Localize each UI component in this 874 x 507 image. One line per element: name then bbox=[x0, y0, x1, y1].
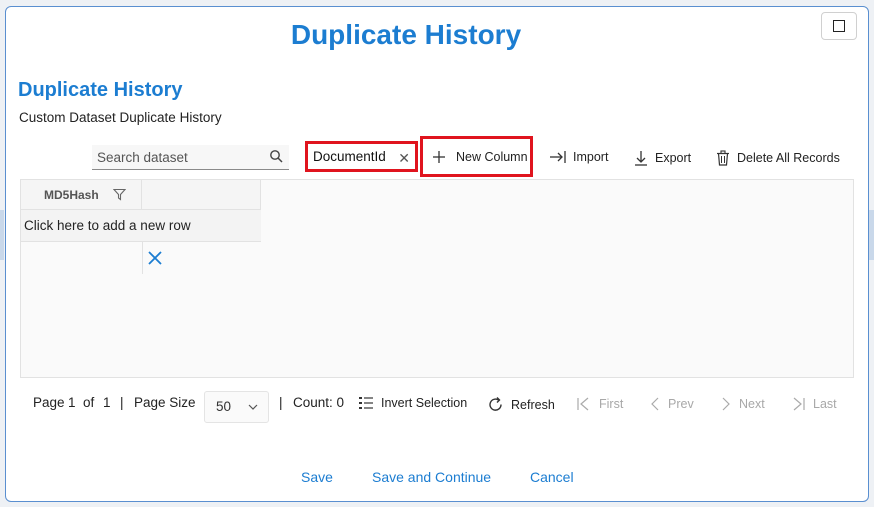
background-accent-left bbox=[0, 210, 4, 260]
export-button[interactable]: Export bbox=[633, 150, 691, 166]
add-new-row[interactable]: Click here to add a new row bbox=[21, 210, 261, 242]
page-size-value: 50 bbox=[216, 399, 232, 414]
data-grid: MD5Hash Click here to add a new row bbox=[20, 179, 854, 378]
invert-selection-label: Invert Selection bbox=[381, 396, 468, 410]
plus-icon bbox=[433, 150, 445, 163]
row-divider bbox=[142, 242, 143, 274]
import-icon bbox=[550, 151, 566, 163]
refresh-icon bbox=[489, 397, 502, 411]
prev-page-button[interactable]: Prev bbox=[649, 396, 694, 412]
column-header-label: MD5Hash bbox=[44, 188, 99, 202]
new-column-label: New Column bbox=[456, 149, 528, 164]
close-icon[interactable] bbox=[147, 250, 163, 266]
pager-separator: | bbox=[120, 395, 124, 410]
search-input[interactable] bbox=[97, 149, 257, 165]
chevron-down-icon bbox=[248, 404, 258, 410]
trash-icon bbox=[717, 150, 729, 166]
search-dataset-box[interactable] bbox=[92, 145, 289, 170]
first-page-icon bbox=[577, 397, 589, 411]
last-page-label: Last bbox=[813, 397, 837, 411]
filter-icon[interactable] bbox=[113, 188, 126, 201]
clear-icon[interactable]: ✕ bbox=[398, 150, 410, 167]
save-button[interactable]: Save bbox=[301, 469, 333, 485]
cancel-button[interactable]: Cancel bbox=[530, 469, 574, 485]
refresh-button[interactable]: Refresh bbox=[487, 396, 555, 413]
delete-all-records-button[interactable]: Delete All Records bbox=[715, 150, 840, 166]
column-header-md5hash[interactable]: MD5Hash bbox=[21, 180, 142, 210]
maximize-button[interactable] bbox=[821, 12, 857, 40]
page-size-label: Page Size bbox=[134, 395, 196, 410]
maximize-icon bbox=[833, 20, 845, 32]
page-label: Page bbox=[33, 395, 65, 410]
next-page-button[interactable]: Next bbox=[720, 396, 765, 412]
total-pages: 1 bbox=[103, 395, 111, 410]
section-title: Duplicate History bbox=[18, 79, 183, 101]
pager-separator-2: | bbox=[279, 395, 283, 410]
column-name-input[interactable] bbox=[313, 149, 391, 164]
invert-selection-button[interactable]: Invert Selection bbox=[358, 396, 467, 410]
duplicate-history-dialog: Duplicate History Duplicate History Cust… bbox=[5, 6, 869, 502]
search-icon[interactable] bbox=[269, 149, 283, 163]
dialog-title: Duplicate History bbox=[290, 19, 522, 50]
delete-all-records-label: Delete All Records bbox=[737, 151, 840, 165]
first-page-button[interactable]: First bbox=[576, 396, 623, 412]
column-name-box[interactable]: ✕ bbox=[305, 141, 418, 172]
column-header-empty bbox=[142, 180, 261, 210]
invert-selection-icon bbox=[359, 397, 373, 409]
first-page-label: First bbox=[599, 397, 624, 411]
record-count: Count: 0 bbox=[293, 395, 345, 410]
last-page-icon bbox=[793, 397, 805, 411]
import-label: Import bbox=[573, 150, 609, 164]
prev-page-label: Prev bbox=[668, 397, 694, 411]
refresh-label: Refresh bbox=[511, 397, 555, 412]
section-subtitle: Custom Dataset Duplicate History bbox=[19, 110, 222, 125]
page-number: 1 bbox=[68, 395, 76, 410]
chevron-left-icon bbox=[651, 397, 659, 411]
of-label: of bbox=[83, 395, 95, 410]
new-column-button[interactable]: New Column bbox=[420, 136, 533, 177]
chevron-right-icon bbox=[722, 397, 730, 411]
next-page-label: Next bbox=[739, 397, 765, 411]
grid-header: MD5Hash bbox=[21, 180, 261, 210]
save-and-continue-button[interactable]: Save and Continue bbox=[372, 469, 491, 485]
import-button[interactable]: Import bbox=[549, 150, 608, 164]
last-page-button[interactable]: Last bbox=[790, 396, 837, 412]
export-icon bbox=[635, 151, 647, 166]
page-size-select[interactable]: 50 bbox=[204, 391, 269, 423]
export-label: Export bbox=[655, 151, 692, 165]
